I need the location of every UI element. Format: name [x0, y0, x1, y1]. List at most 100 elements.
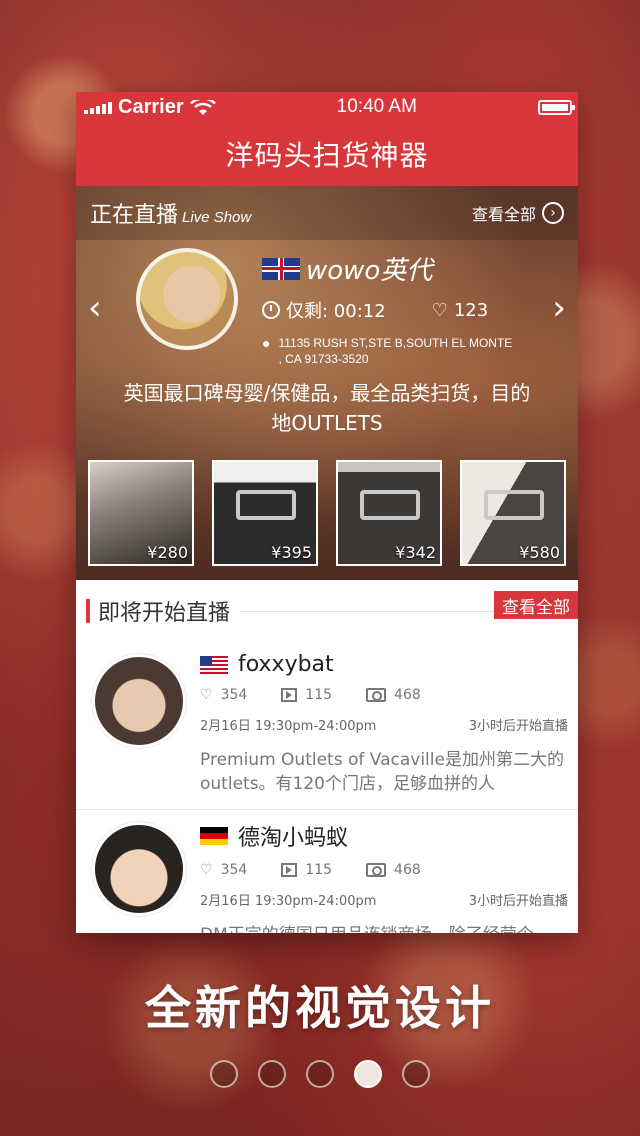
live-card[interactable]: ‹ › wowo英代 仅剩: 00:12 ♡ 123 ● 11135 RUSH …	[76, 240, 578, 440]
list-item-description: DM正宗的德国日用品连锁商场，除了经营个	[200, 923, 568, 933]
section-marker	[86, 599, 90, 623]
address-line1: 11135 RUSH ST,STE B,SOUTH EL MONTE	[278, 336, 513, 350]
address-line2: , CA 91733-3520	[278, 352, 369, 366]
photos-stat: 468	[366, 687, 421, 703]
location-pin-icon: ●	[262, 335, 271, 351]
list-item-info: 德淘小蚂蚁 ♡ 354 115 468 2月16日 19:30pm-24:00pm…	[200, 820, 568, 933]
battery-icon	[537, 99, 575, 115]
nav-bar: 洋码头扫货神器	[76, 122, 578, 186]
page-indicator	[0, 1060, 640, 1088]
starts-in: 3小时后开始直播	[468, 719, 568, 734]
list-item[interactable]: foxxybat ♡ 354 115 468 2月16日 19:30pm-24:0…	[76, 642, 578, 810]
live-header: 正在直播 Live Show 查看全部 ›	[76, 186, 578, 240]
camera-icon	[366, 863, 387, 877]
list-item[interactable]: 德淘小蚂蚁 ♡ 354 115 468 2月16日 19:30pm-24:00pm…	[76, 810, 578, 933]
product-thumbnail[interactable]: ¥342	[336, 460, 442, 566]
promo-caption: 全新的视觉设计	[145, 981, 495, 1035]
like-count[interactable]: ♡ 123	[432, 300, 489, 321]
host-name-row: wowo英代	[262, 250, 512, 287]
upcoming-header: 即将开始直播 查看全部	[76, 580, 578, 642]
product-thumbnails: ¥280 ¥395 ¥342 ¥580	[88, 460, 566, 566]
live-description: 英国最口碑母婴/保健品，最全品类扫货，目的地OUTLETS	[123, 381, 531, 435]
like-count-text: 123	[453, 299, 489, 321]
live-see-all-button[interactable]: 查看全部 ›	[472, 201, 564, 225]
stats-row: ♡ 354 115 468	[200, 687, 568, 703]
chevron-left-icon[interactable]: ‹	[88, 288, 102, 328]
time-left: 仅剩: 00:12	[262, 297, 386, 323]
host-address: ● 11135 RUSH ST,STE B,SOUTH EL MONTE , C…	[262, 335, 512, 367]
starts-in: 3小时后开始直播	[468, 894, 568, 909]
wifi-icon	[189, 97, 216, 115]
live-title: 正在直播 Live Show	[90, 197, 251, 229]
live-see-all-label: 查看全部	[471, 205, 536, 224]
chevron-right-circle-icon: ›	[542, 202, 564, 224]
page-dot-active[interactable]	[354, 1060, 382, 1088]
avatar[interactable]	[92, 654, 186, 748]
videos-count: 115	[305, 687, 333, 703]
live-section: 正在直播 Live Show 查看全部 › ‹ › wowo英代 仅剩: 00:1…	[76, 186, 578, 580]
photos-stat: 468	[366, 862, 421, 878]
likes-count: 354	[220, 862, 248, 878]
streamer-name-row: foxxybat	[200, 652, 568, 677]
divider	[240, 610, 494, 612]
status-left: Carrier	[84, 96, 216, 119]
photos-count: 468	[394, 862, 421, 878]
schedule-row: 2月16日 19:30pm-24:00pm 3小时后开始直播	[200, 715, 568, 734]
address-text: 11135 RUSH ST,STE B,SOUTH EL MONTE , CA …	[278, 335, 512, 367]
stats-row: ♡ 354 115 468	[200, 862, 568, 878]
camera-icon	[366, 688, 387, 702]
play-icon	[281, 688, 298, 702]
page-dot[interactable]	[210, 1060, 238, 1088]
page-dot[interactable]	[306, 1060, 334, 1088]
videos-stat: 115	[281, 862, 332, 878]
product-thumbnail[interactable]: ¥580	[460, 460, 566, 566]
product-price: ¥395	[271, 543, 312, 562]
status-bar: Carrier 10:40 AM	[76, 92, 578, 122]
signal-icon	[84, 100, 112, 114]
streamer-name-row: 德淘小蚂蚁	[200, 820, 568, 852]
product-price: ¥280	[147, 543, 188, 562]
carrier-label: Carrier	[118, 95, 184, 118]
upcoming-section: 即将开始直播 查看全部 foxxybat ♡ 354 115 468 2月16日 …	[76, 580, 578, 933]
host-name: wowo英代	[306, 256, 433, 286]
product-price: ¥580	[519, 543, 560, 562]
list-item-description: Premium Outlets of Vacaville是加州第二大的outle…	[200, 750, 564, 794]
likes-count: 354	[220, 687, 248, 703]
product-thumbnail[interactable]: ¥395	[212, 460, 318, 566]
videos-stat: 115	[281, 687, 332, 703]
host-meta: 仅剩: 00:12 ♡ 123	[262, 297, 512, 323]
host-info: wowo英代 仅剩: 00:12 ♡ 123 ● 11135 RUSH ST,S…	[262, 250, 512, 367]
list-item-info: foxxybat ♡ 354 115 468 2月16日 19:30pm-24:0…	[200, 652, 568, 796]
uk-flag-icon	[262, 257, 300, 280]
live-subtitle: Live Show	[182, 209, 252, 226]
host-avatar[interactable]	[136, 248, 238, 350]
schedule-time: 2月16日 19:30pm-24:00pm	[200, 894, 377, 909]
likes-stat: ♡ 354	[200, 862, 247, 878]
time-left-text: 仅剩: 00:12	[286, 301, 386, 322]
upcoming-see-all-button[interactable]: 查看全部	[494, 591, 578, 619]
upcoming-title: 即将开始直播	[98, 601, 231, 626]
live-title-text: 正在直播	[90, 203, 179, 228]
app-title: 洋码头扫货神器	[225, 139, 429, 172]
likes-stat: ♡ 354	[200, 687, 247, 703]
heart-icon: ♡	[431, 299, 448, 321]
photos-count: 468	[394, 687, 421, 703]
status-time: 10:40 AM	[336, 96, 417, 117]
heart-icon: ♡	[200, 687, 213, 703]
alarm-clock-icon	[262, 301, 280, 319]
us-flag-icon	[200, 655, 228, 674]
streamer-name: foxxybat	[238, 652, 334, 677]
streamer-name: 德淘小蚂蚁	[238, 826, 349, 851]
videos-count: 115	[305, 862, 333, 878]
schedule-row: 2月16日 19:30pm-24:00pm 3小时后开始直播	[200, 890, 568, 909]
phone-screen: Carrier 10:40 AM 洋码头扫货神器 正在直播 Live Show 查…	[76, 92, 578, 933]
product-thumbnail[interactable]: ¥280	[88, 460, 194, 566]
chevron-right-icon[interactable]: ›	[552, 288, 566, 328]
play-icon	[281, 863, 298, 877]
schedule-time: 2月16日 19:30pm-24:00pm	[200, 719, 377, 734]
page-dot[interactable]	[402, 1060, 430, 1088]
heart-icon: ♡	[200, 862, 213, 878]
product-price: ¥342	[395, 543, 436, 562]
avatar[interactable]	[92, 822, 186, 916]
page-dot[interactable]	[258, 1060, 286, 1088]
